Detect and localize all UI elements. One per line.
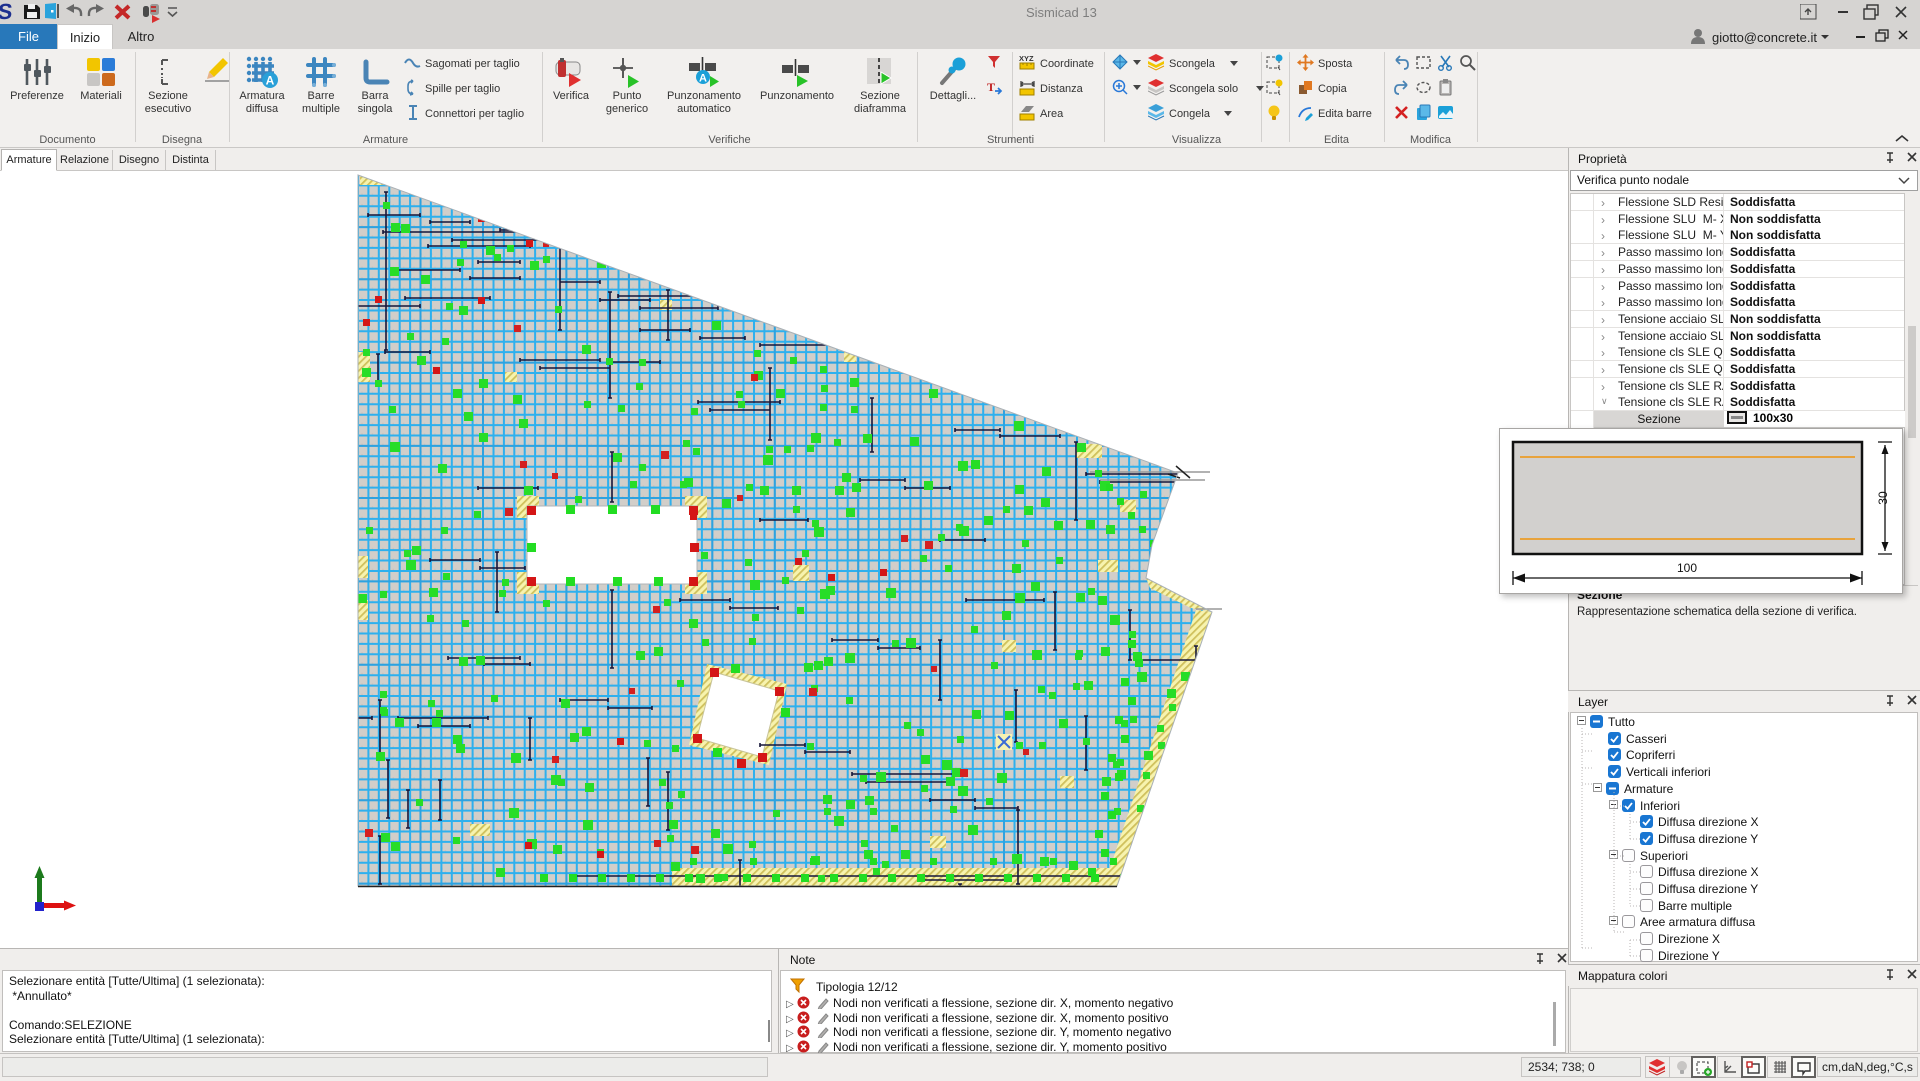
svg-text:A: A — [266, 74, 275, 88]
svg-text:A: A — [699, 73, 707, 85]
svg-text:30: 30 — [1876, 491, 1890, 505]
svg-text:T: T — [987, 80, 995, 94]
svg-text:XYZ: XYZ — [1019, 54, 1034, 63]
svg-text:S: S — [0, 0, 14, 24]
svg-text:100: 100 — [1677, 561, 1697, 575]
